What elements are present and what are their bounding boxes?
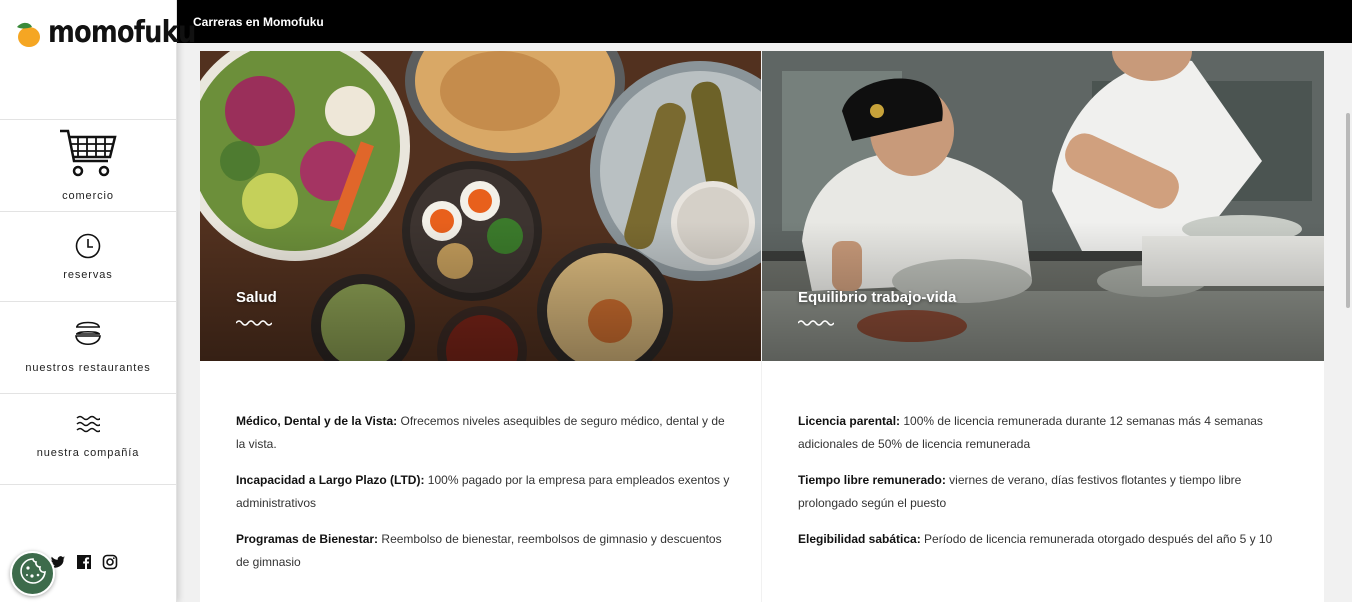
sidebar-item-label: nuestros restaurantes (25, 362, 151, 374)
benefit-item: Elegibilidad sabática: Período de licenc… (798, 528, 1298, 551)
facebook-icon[interactable] (76, 554, 92, 570)
sidebar-item-nuestros-restaurantes[interactable]: nuestros restaurantes (0, 301, 176, 393)
cookie-settings-button[interactable] (10, 551, 55, 596)
instagram-icon[interactable] (102, 554, 118, 570)
page-scrollbar[interactable] (1344, 43, 1352, 602)
benefit-text: Período de licencia remunerada otorgado … (920, 532, 1273, 546)
sidebar-item-nuestra-compania[interactable]: nuestra compañía (0, 393, 176, 484)
benefit-label: Tiempo libre remunerado: (798, 473, 946, 487)
benefit-card-equilibrio: Equilibrio trabajo-vida Licencia parenta… (762, 51, 1324, 602)
benefit-item: Médico, Dental y de la Vista: Ofrecemos … (236, 410, 736, 456)
benefit-item: Programas de Bienestar: Reembolso de bie… (236, 528, 736, 574)
benefit-label: Programas de Bienestar: (236, 532, 379, 546)
kitchen-image (762, 51, 1324, 361)
image-overlay (200, 51, 761, 361)
nav-divider (0, 484, 176, 485)
sidebar-item-reservas[interactable]: reservas (0, 211, 176, 301)
brand-name: momofuku (48, 15, 196, 50)
peach-logo-icon (14, 19, 46, 47)
social-links (50, 554, 118, 570)
card-title: Salud (236, 289, 277, 306)
benefit-item: Tiempo libre remunerado: viernes de vera… (798, 469, 1298, 515)
image-overlay (762, 51, 1324, 361)
food-image (200, 51, 761, 361)
benefit-label: Incapacidad a Largo Plazo (LTD): (236, 473, 425, 487)
benefit-label: Médico, Dental y de la Vista: (236, 414, 398, 428)
wave-divider-icon (797, 313, 835, 331)
cookie-icon (18, 556, 48, 591)
card-title: Equilibrio trabajo-vida (798, 289, 957, 306)
sidebar-item-label: comercio (62, 190, 114, 202)
momofuku-logo[interactable]: momofuku (14, 18, 219, 48)
header-bar: Carreras en Momofuku (177, 0, 1352, 43)
sidebar-item-label: nuestra compañía (36, 447, 140, 459)
sidebar-item-comercio[interactable]: comercio (0, 119, 176, 211)
clock-icon (75, 233, 101, 259)
benefit-item: Incapacidad a Largo Plazo (LTD): 100% pa… (236, 469, 736, 515)
shopping-cart-icon (58, 127, 118, 179)
benefit-item: Licencia parental: 100% de licencia remu… (798, 410, 1298, 456)
wave-divider-icon (235, 313, 273, 331)
bowls-icon (74, 321, 102, 349)
benefit-card-salud: Salud Médico, Dental y de la Vista: Ofre… (200, 51, 761, 602)
sidebar-item-label: reservas (63, 269, 113, 281)
benefit-label: Elegibilidad sabática: (798, 532, 921, 546)
sidebar: momofuku comercio reservas nuestros rest… (0, 0, 196, 602)
benefit-label: Licencia parental: (798, 414, 901, 428)
benefits-list: Médico, Dental y de la Vista: Ofrecemos … (236, 410, 736, 587)
scrollbar-thumb[interactable] (1346, 113, 1350, 308)
benefits-list: Licencia parental: 100% de licencia remu… (798, 410, 1298, 564)
waves-icon (76, 414, 102, 434)
